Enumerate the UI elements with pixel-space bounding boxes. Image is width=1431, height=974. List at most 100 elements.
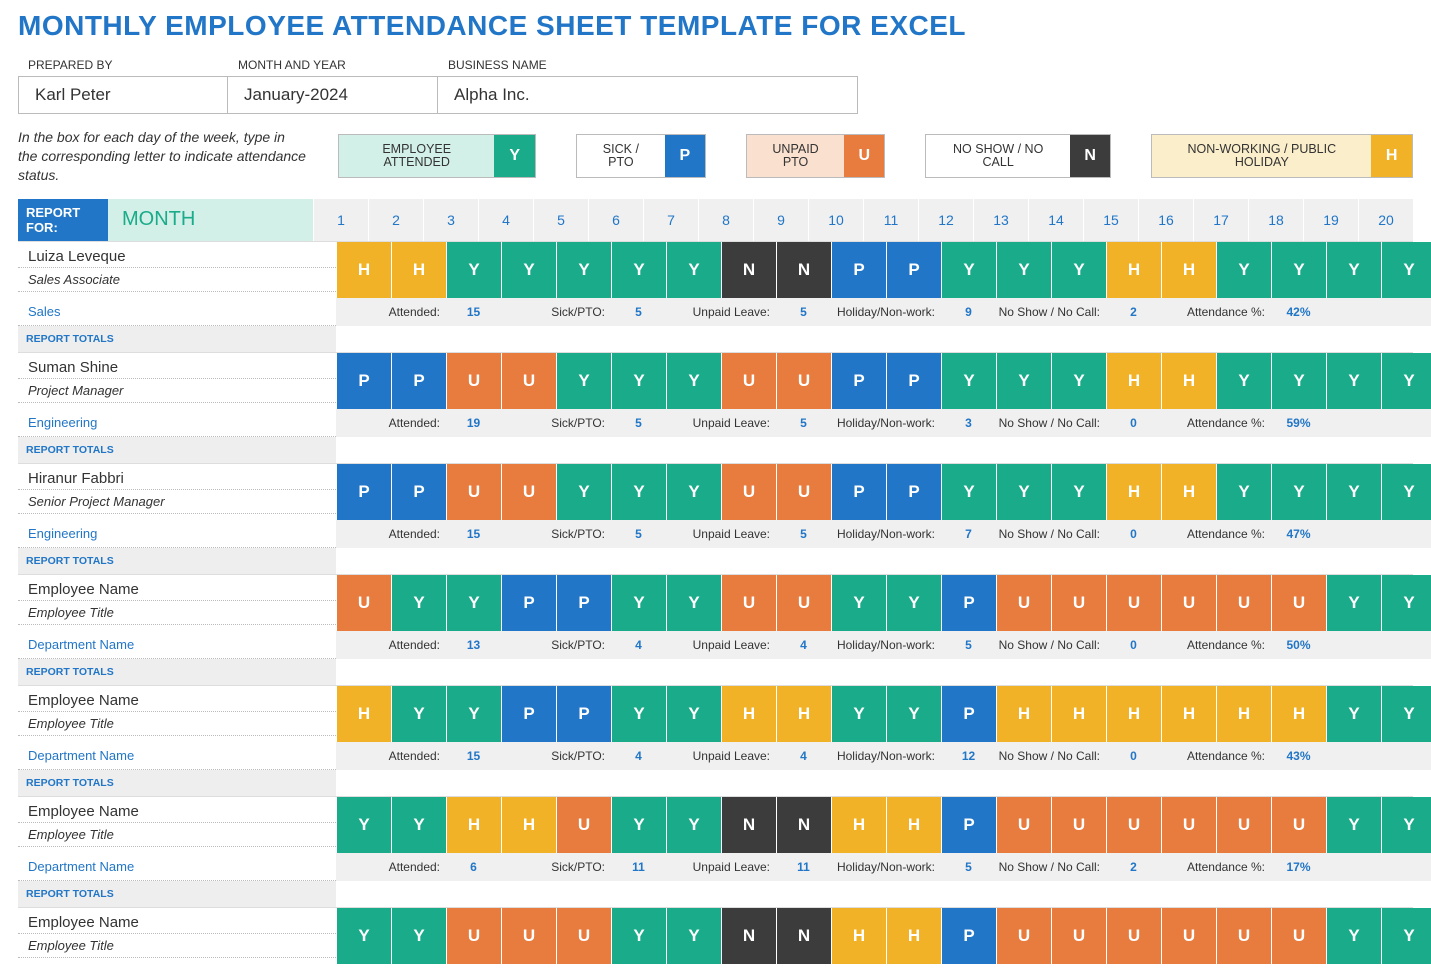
attendance-cell[interactable]: P xyxy=(941,797,996,853)
employee-name[interactable]: Suman Shine xyxy=(18,353,336,379)
attendance-cell[interactable]: U xyxy=(556,908,611,964)
attendance-cell[interactable]: N xyxy=(776,908,831,964)
attendance-cell[interactable]: P xyxy=(391,353,446,409)
attendance-cell[interactable]: Y xyxy=(666,908,721,964)
attendance-cell[interactable]: Y xyxy=(611,575,666,631)
attendance-cell[interactable]: Y xyxy=(336,908,391,964)
attendance-cell[interactable]: U xyxy=(1051,575,1106,631)
attendance-cell[interactable]: P xyxy=(336,353,391,409)
attendance-cell[interactable]: U xyxy=(1106,908,1161,964)
employee-title[interactable]: Sales Associate xyxy=(18,268,336,292)
attendance-cell[interactable]: N xyxy=(721,242,776,298)
attendance-cell[interactable]: Y xyxy=(941,242,996,298)
attendance-cell[interactable]: Y xyxy=(501,242,556,298)
attendance-cell[interactable]: Y xyxy=(1381,242,1431,298)
attendance-cell[interactable]: Y xyxy=(611,908,666,964)
attendance-cell[interactable]: H xyxy=(831,797,886,853)
attendance-cell[interactable]: U xyxy=(1051,908,1106,964)
attendance-cell[interactable]: H xyxy=(1161,242,1216,298)
attendance-cell[interactable]: H xyxy=(1106,686,1161,742)
attendance-cell[interactable]: H xyxy=(1051,686,1106,742)
attendance-cell[interactable]: N xyxy=(776,797,831,853)
attendance-cell[interactable]: Y xyxy=(1326,353,1381,409)
attendance-cell[interactable]: Y xyxy=(611,353,666,409)
prepared-by-value[interactable]: Karl Peter xyxy=(18,76,228,114)
attendance-cell[interactable]: U xyxy=(446,353,501,409)
attendance-cell[interactable]: H xyxy=(1106,464,1161,520)
attendance-cell[interactable]: P xyxy=(886,353,941,409)
attendance-cell[interactable]: Y xyxy=(611,686,666,742)
attendance-cell[interactable]: H xyxy=(1161,464,1216,520)
attendance-cell[interactable]: Y xyxy=(391,575,446,631)
attendance-cell[interactable]: Y xyxy=(1326,575,1381,631)
attendance-cell[interactable]: Y xyxy=(1216,353,1271,409)
attendance-cell[interactable]: P xyxy=(886,464,941,520)
attendance-cell[interactable]: Y xyxy=(556,353,611,409)
attendance-cell[interactable]: H xyxy=(336,242,391,298)
attendance-cell[interactable]: P xyxy=(831,353,886,409)
attendance-cell[interactable]: Y xyxy=(1326,908,1381,964)
attendance-cell[interactable]: U xyxy=(721,353,776,409)
attendance-cell[interactable]: H xyxy=(1161,686,1216,742)
attendance-cell[interactable]: U xyxy=(1216,908,1271,964)
attendance-cell[interactable]: P xyxy=(556,686,611,742)
attendance-cell[interactable]: Y xyxy=(1326,464,1381,520)
attendance-cell[interactable]: Y xyxy=(1051,464,1106,520)
attendance-cell[interactable]: Y xyxy=(611,242,666,298)
attendance-cell[interactable]: Y xyxy=(996,464,1051,520)
attendance-cell[interactable]: P xyxy=(556,575,611,631)
attendance-cell[interactable]: Y xyxy=(996,353,1051,409)
attendance-cell[interactable]: Y xyxy=(831,575,886,631)
attendance-cell[interactable]: Y xyxy=(666,797,721,853)
attendance-cell[interactable]: U xyxy=(721,464,776,520)
attendance-cell[interactable]: U xyxy=(501,464,556,520)
attendance-cell[interactable]: Y xyxy=(1381,908,1431,964)
attendance-cell[interactable]: Y xyxy=(996,242,1051,298)
attendance-cell[interactable]: H xyxy=(1106,242,1161,298)
attendance-cell[interactable]: Y xyxy=(1216,464,1271,520)
attendance-cell[interactable]: U xyxy=(721,575,776,631)
employee-dept[interactable]: Department Name xyxy=(18,742,336,770)
attendance-cell[interactable]: U xyxy=(1271,575,1326,631)
attendance-cell[interactable]: Y xyxy=(1051,353,1106,409)
employee-name[interactable]: Hiranur Fabbri xyxy=(18,464,336,490)
attendance-cell[interactable]: U xyxy=(1271,908,1326,964)
business-value[interactable]: Alpha Inc. xyxy=(438,76,858,114)
attendance-cell[interactable]: P xyxy=(941,908,996,964)
attendance-cell[interactable]: H xyxy=(886,908,941,964)
attendance-cell[interactable]: P xyxy=(501,686,556,742)
attendance-cell[interactable]: Y xyxy=(611,464,666,520)
attendance-cell[interactable]: H xyxy=(721,686,776,742)
employee-dept[interactable]: Engineering xyxy=(18,409,336,437)
attendance-cell[interactable]: Y xyxy=(1216,242,1271,298)
attendance-cell[interactable]: Y xyxy=(666,242,721,298)
attendance-cell[interactable]: H xyxy=(1106,353,1161,409)
attendance-cell[interactable]: Y xyxy=(1326,797,1381,853)
attendance-cell[interactable]: P xyxy=(831,242,886,298)
attendance-cell[interactable]: Y xyxy=(1381,686,1431,742)
attendance-cell[interactable]: Y xyxy=(1381,464,1431,520)
attendance-cell[interactable]: P xyxy=(941,575,996,631)
attendance-cell[interactable]: P xyxy=(941,686,996,742)
attendance-cell[interactable]: Y xyxy=(446,686,501,742)
employee-dept[interactable]: Department Name xyxy=(18,631,336,659)
attendance-cell[interactable]: Y xyxy=(831,686,886,742)
attendance-cell[interactable]: H xyxy=(776,686,831,742)
attendance-cell[interactable]: Y xyxy=(446,575,501,631)
attendance-cell[interactable]: H xyxy=(831,908,886,964)
employee-name[interactable]: Luiza Leveque xyxy=(18,242,336,268)
attendance-cell[interactable]: H xyxy=(1161,353,1216,409)
attendance-cell[interactable]: N xyxy=(721,908,776,964)
attendance-cell[interactable]: Y xyxy=(611,797,666,853)
attendance-cell[interactable]: Y xyxy=(556,464,611,520)
attendance-cell[interactable]: U xyxy=(776,353,831,409)
employee-title[interactable]: Senior Project Manager xyxy=(18,490,336,514)
attendance-cell[interactable]: H xyxy=(501,797,556,853)
employee-dept[interactable]: Department Name xyxy=(18,853,336,881)
attendance-cell[interactable]: U xyxy=(996,908,1051,964)
attendance-cell[interactable]: U xyxy=(446,908,501,964)
employee-title[interactable]: Employee Title xyxy=(18,712,336,736)
attendance-cell[interactable]: U xyxy=(1051,797,1106,853)
attendance-cell[interactable]: Y xyxy=(1381,575,1431,631)
attendance-cell[interactable]: H xyxy=(336,686,391,742)
